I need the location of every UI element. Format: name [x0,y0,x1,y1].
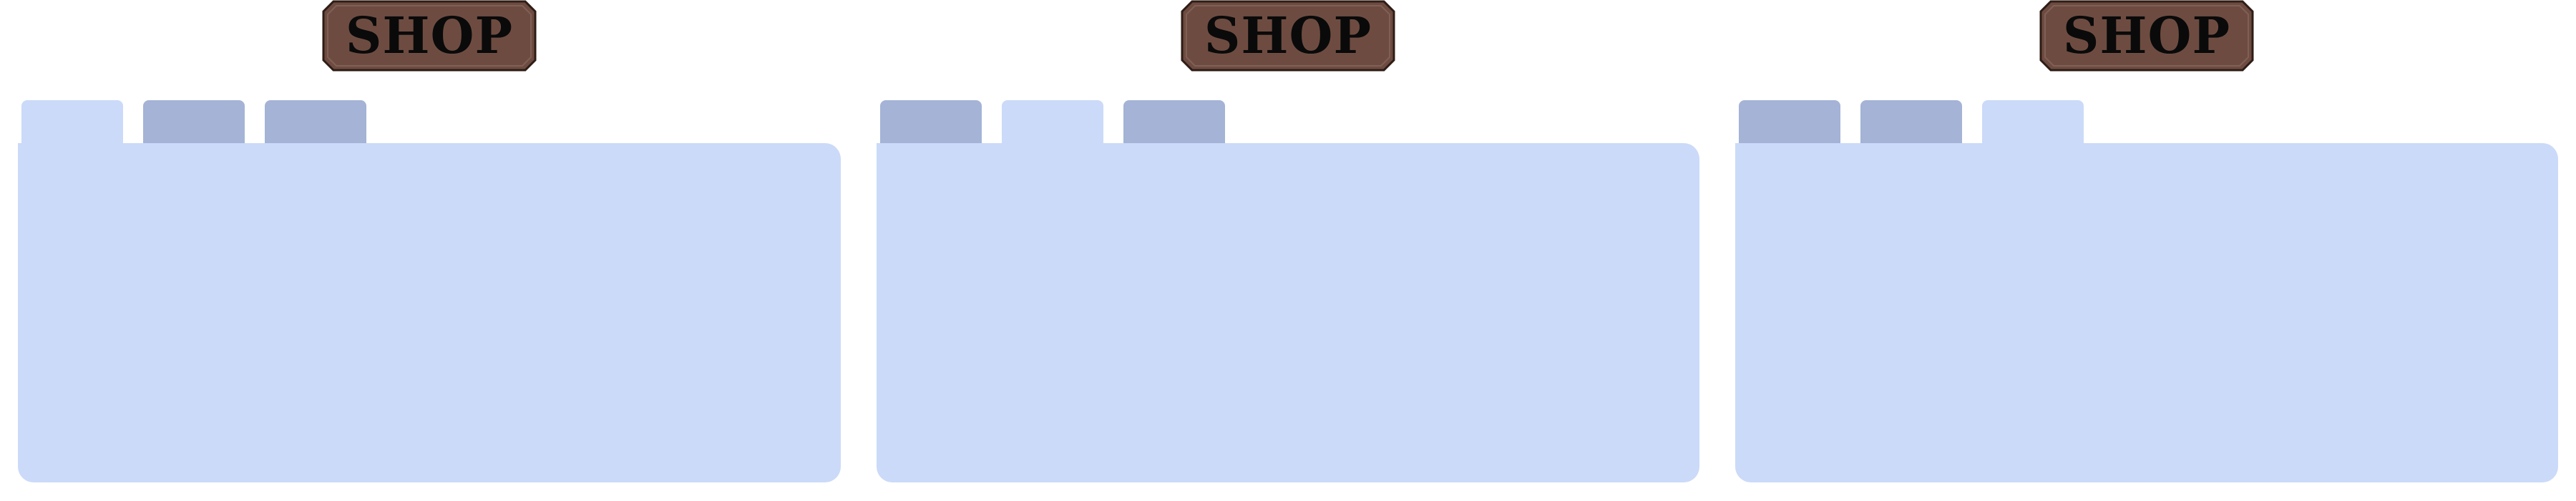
shop-panel-1: SHOP [14,0,844,501]
tab-3[interactable] [1123,100,1225,149]
shop-button[interactable]: SHOP [2039,0,2254,72]
tab-1[interactable] [880,100,982,149]
shop-panel-2: SHOP [873,0,1703,501]
content-area-edge [877,143,881,193]
content-area-edge [18,143,22,193]
content-area [877,143,1699,482]
tab-3[interactable] [265,100,366,149]
shop-button-label: SHOP [2062,6,2231,65]
shop-button[interactable]: SHOP [1181,0,1395,72]
tab-1[interactable] [1739,100,1840,149]
content-area [18,143,841,482]
content-area [1735,143,2558,482]
tab-2[interactable] [1860,100,1962,149]
content-area-edge [1735,143,1740,193]
shop-button-label: SHOP [1204,6,1372,65]
shop-button[interactable]: SHOP [322,0,537,72]
shop-button-label: SHOP [345,6,514,65]
tab-2[interactable] [143,100,245,149]
shop-panel-3: SHOP [1732,0,2562,501]
